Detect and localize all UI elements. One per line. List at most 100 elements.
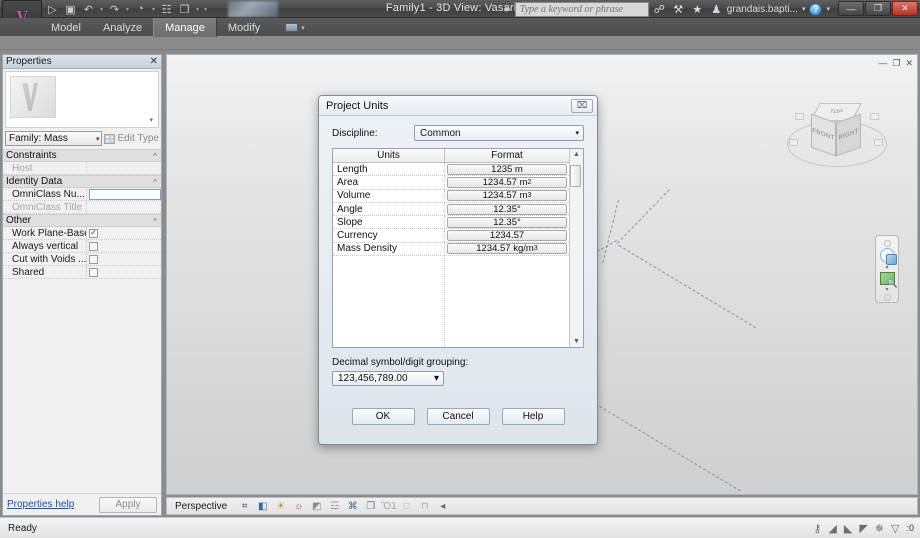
scrollbar-thumb[interactable] <box>570 165 581 187</box>
crop-view-icon[interactable]: ⌘ <box>346 500 359 512</box>
scroll-down-icon[interactable]: ▼ <box>573 336 580 347</box>
property-value[interactable] <box>87 162 161 174</box>
username-caret-icon[interactable]: ▾ <box>800 5 808 13</box>
workset-icon[interactable]: ◣ <box>844 522 852 535</box>
format-cell[interactable]: 1234.57 <box>445 229 569 242</box>
qat-overflow-icon[interactable]: ▾ <box>202 6 209 13</box>
favorites-star-icon[interactable]: ★ <box>689 1 706 17</box>
property-value[interactable] <box>87 201 161 213</box>
rendering-icon[interactable]: ☲ <box>328 500 341 512</box>
property-row[interactable]: Work Plane-Based ✓ <box>3 227 161 240</box>
help-button[interactable]: Help <box>501 408 565 425</box>
table-row[interactable]: Volume 1234.57 m3 <box>333 189 569 203</box>
property-group-identity-data[interactable]: Identity Data ^ <box>3 175 161 188</box>
group-collapse-icon[interactable]: ^ <box>153 178 157 185</box>
navigation-bar[interactable]: ▾ ▾ <box>875 235 899 303</box>
view-close-icon[interactable]: ✕ <box>905 58 913 69</box>
preview-caret-icon[interactable]: ▾ <box>149 116 153 124</box>
units-table[interactable]: Units Format Length 1235 m Area 1234.57 … <box>332 148 584 348</box>
shadows-icon[interactable]: ◩ <box>310 500 323 512</box>
navbar-top-handle-icon[interactable] <box>883 240 891 247</box>
view-cube-corner-handle[interactable] <box>874 139 883 146</box>
ribbon-minimize-caret-icon[interactable]: ▾ <box>301 24 305 32</box>
search-box[interactable] <box>514 1 649 17</box>
steering-wheel-caret-icon[interactable]: ▾ <box>885 264 888 271</box>
format-button[interactable]: 1235 m <box>447 163 567 175</box>
table-row[interactable]: Length 1235 m <box>333 163 569 177</box>
filter-icon[interactable]: ▽ <box>891 522 899 535</box>
view-cube[interactable]: TOP FRONT RIGHT <box>785 95 889 187</box>
type-selector[interactable]: Family: Mass ▾ <box>5 131 103 146</box>
save-icon[interactable]: ▣ <box>62 1 79 17</box>
view-cube-face-right[interactable]: RIGHT <box>836 113 861 157</box>
view-restore-icon[interactable]: ❐ <box>892 58 900 69</box>
dialog-close-button[interactable]: ⌧ <box>571 98 593 113</box>
view-cube-body[interactable]: TOP FRONT RIGHT <box>810 101 863 159</box>
format-button[interactable]: 1234.57 m3 <box>447 190 567 202</box>
minimize-button[interactable]: — <box>838 1 864 16</box>
format-cell[interactable]: 12.35° <box>445 203 569 215</box>
property-value[interactable] <box>87 266 161 278</box>
property-value[interactable] <box>87 253 161 265</box>
infocenter-expand-icon[interactable]: ▶ <box>503 5 512 13</box>
hide-isolate-icon[interactable]: □ <box>400 500 413 512</box>
property-value[interactable] <box>87 240 161 252</box>
cancel-button[interactable]: Cancel <box>426 408 490 425</box>
close-button[interactable]: ✕ <box>892 1 918 16</box>
steering-wheel-icon[interactable] <box>879 248 897 265</box>
username-label[interactable]: grandais.bapti... <box>727 4 798 15</box>
zoom-icon[interactable] <box>879 272 898 288</box>
format-button[interactable]: 12.35° <box>447 203 567 215</box>
expand-icon[interactable]: ◂ <box>436 500 449 512</box>
lightbulb-icon[interactable]: Ὂ1 <box>381 500 397 512</box>
properties-close-icon[interactable]: ✕ <box>150 56 158 67</box>
format-button[interactable]: 1234.57 kg/m 3 <box>447 243 567 255</box>
visual-style-icon[interactable]: ☀ <box>274 500 287 512</box>
window-caret-icon[interactable]: ▾ <box>194 6 201 13</box>
window-icon[interactable]: ❐ <box>176 1 193 17</box>
scroll-up-icon[interactable]: ▲ <box>573 149 580 160</box>
work-plane-based-checkbox[interactable]: ✓ <box>89 228 98 238</box>
measure-icon[interactable]: ◔ <box>132 1 149 17</box>
search-input[interactable] <box>519 3 644 15</box>
redo-icon[interactable]: ↷ <box>106 1 123 17</box>
select-link-icon[interactable]: ✵ <box>875 522 884 535</box>
table-row[interactable]: Currency 1234.57 <box>333 229 569 243</box>
tab-analyze[interactable]: Analyze <box>92 18 153 37</box>
tab-manage[interactable]: Manage <box>153 18 217 37</box>
sun-path-icon[interactable]: ☼ <box>292 500 305 512</box>
undo-caret-icon[interactable]: ▾ <box>98 6 105 13</box>
table-row[interactable]: Angle 12.35° <box>333 202 569 217</box>
navbar-bottom-handle-icon[interactable] <box>883 294 891 301</box>
crop-region-icon[interactable]: ❐ <box>364 500 377 512</box>
help-icon[interactable]: ? <box>809 2 823 16</box>
open-icon[interactable]: ▷ <box>44 1 61 17</box>
table-row[interactable]: Mass Density 1234.57 kg/m 3 <box>333 242 569 257</box>
view-mode-label[interactable]: Perspective <box>175 501 227 512</box>
redo-caret-icon[interactable]: ▾ <box>124 6 131 13</box>
property-value[interactable]: ✓ <box>87 227 161 239</box>
table-row[interactable]: Slope 12.35° <box>333 216 569 230</box>
apply-button[interactable]: Apply <box>99 496 157 513</box>
undo-icon[interactable]: ↶ <box>80 1 97 17</box>
property-group-other[interactable]: Other ^ <box>3 214 161 227</box>
format-button[interactable]: 1234.57 <box>447 230 567 242</box>
subscription-icon[interactable]: ⚒ <box>670 1 687 17</box>
property-row[interactable]: OmniClass Title <box>3 201 161 214</box>
measure-caret-icon[interactable]: ▾ <box>150 6 157 13</box>
table-row[interactable]: Area 1234.57 m2 <box>333 176 569 190</box>
ribbon-display-options[interactable]: ▾ <box>271 18 305 37</box>
design-option-icon[interactable]: ◤ <box>859 522 867 535</box>
property-row[interactable]: Always vertical <box>3 240 161 253</box>
properties-help-link[interactable]: Properties help <box>7 499 74 510</box>
help-caret-icon[interactable]: ▾ <box>824 5 832 13</box>
discipline-select[interactable]: Common ▾ <box>414 125 584 141</box>
align-icon[interactable]: ☷ <box>158 1 175 17</box>
view-minimize-icon[interactable]: — <box>878 58 887 69</box>
ok-button[interactable]: OK <box>351 408 415 425</box>
format-cell[interactable]: 1234.57 m2 <box>445 176 569 188</box>
property-group-constraints[interactable]: Constraints ^ <box>3 149 161 162</box>
shared-checkbox[interactable] <box>89 267 98 277</box>
group-collapse-icon[interactable]: ^ <box>153 217 157 224</box>
format-button[interactable]: 12.35° <box>447 216 567 228</box>
